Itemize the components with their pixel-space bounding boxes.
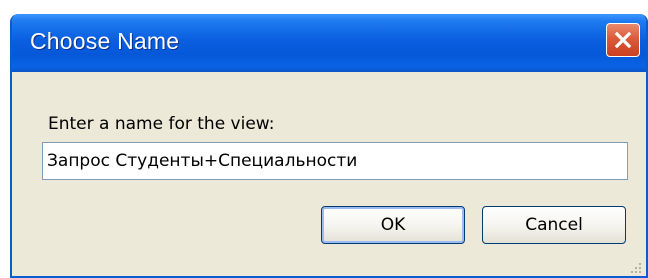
title-bar[interactable]: Choose Name <box>12 14 646 72</box>
resize-grip-icon[interactable] <box>629 261 643 275</box>
close-icon <box>614 31 632 49</box>
ok-button[interactable]: OK <box>321 206 465 244</box>
name-prompt-label: Enter a name for the view: <box>48 114 275 134</box>
cancel-button[interactable]: Cancel <box>482 206 626 244</box>
dialog-title: Choose Name <box>30 28 180 54</box>
view-name-input[interactable] <box>42 142 628 180</box>
close-button[interactable] <box>606 23 640 57</box>
dialog-body: Enter a name for the view: OK Cancel <box>12 72 646 276</box>
choose-name-dialog: Choose Name Enter a name for the view: O… <box>10 14 648 278</box>
